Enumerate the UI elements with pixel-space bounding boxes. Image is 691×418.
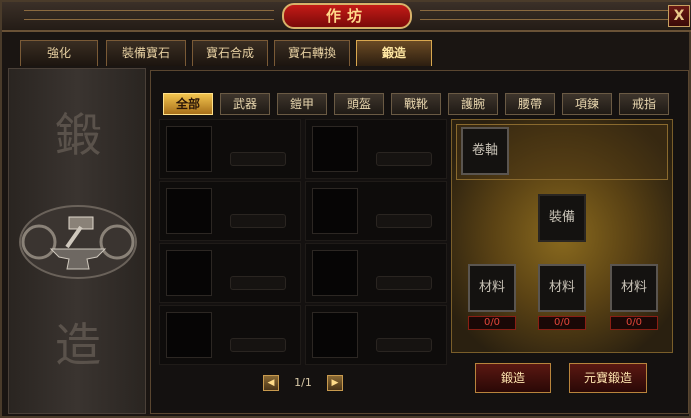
scroll-row: 卷軸 (456, 124, 668, 180)
tab-enhance[interactable]: 強化 (20, 40, 98, 66)
material-slot-1[interactable]: 材料 (468, 264, 516, 312)
slot-icon (166, 188, 212, 234)
slot-icon (312, 126, 358, 172)
slot-name-bar (376, 214, 432, 228)
slot-name-bar (230, 152, 286, 166)
slot-icon (166, 250, 212, 296)
slot-icon (166, 126, 212, 172)
pagination: ◀ 1/1 ▶ (263, 375, 343, 393)
recipe-slot[interactable] (159, 119, 301, 179)
category-tab-boots[interactable]: 戰靴 (391, 93, 441, 115)
slot-icon (312, 188, 358, 234)
recipe-slot[interactable] (159, 181, 301, 241)
material-slot-2[interactable]: 材料 (538, 264, 586, 312)
title-bar: 作坊 X (2, 2, 691, 32)
tab-equip-gem[interactable]: 裝備寶石 (106, 40, 186, 66)
side-char-top: 鍛 (55, 108, 101, 162)
triangle-left-icon[interactable]: ◀ (263, 375, 279, 391)
forge-content: 全部 武器 鎧甲 頭盔 戰靴 護腕 腰帶 項鍊 戒指 ◀ 1/1 ▶ 卷軸 裝備… (150, 70, 689, 414)
slot-name-bar (230, 214, 286, 228)
ingot-forge-button[interactable]: 元寶鍛造 (569, 363, 647, 393)
slot-name-bar (230, 338, 286, 352)
slot-icon (166, 312, 212, 358)
title-ornament-left (24, 10, 274, 20)
close-button[interactable]: X (668, 5, 690, 27)
slot-icon (312, 250, 358, 296)
slot-name-bar (230, 276, 286, 290)
slot-name-bar (376, 152, 432, 166)
forge-button[interactable]: 鍛造 (475, 363, 551, 393)
category-tab-bracer[interactable]: 護腕 (448, 93, 498, 115)
forge-panel: 卷軸 裝備 材料 0/0 材料 0/0 材料 0/0 (451, 119, 673, 353)
category-tab-belt[interactable]: 腰帶 (505, 93, 555, 115)
tab-gem-convert[interactable]: 寶石轉換 (274, 40, 350, 66)
recipe-grid (159, 119, 447, 369)
triangle-right-icon[interactable]: ▶ (327, 375, 343, 391)
anvil-hammer-icon (19, 205, 137, 279)
category-tab-necklace[interactable]: 項鍊 (562, 93, 612, 115)
category-tab-armor[interactable]: 鎧甲 (277, 93, 327, 115)
tab-forge[interactable]: 鍛造 (356, 40, 432, 66)
material-count-2: 0/0 (538, 316, 586, 330)
recipe-slot[interactable] (159, 243, 301, 303)
slot-icon (312, 312, 358, 358)
category-tab-all[interactable]: 全部 (163, 93, 213, 115)
recipe-slot[interactable] (305, 119, 447, 179)
slot-name-bar (376, 276, 432, 290)
recipe-slot[interactable] (305, 305, 447, 365)
material-count-1: 0/0 (468, 316, 516, 330)
equipment-slot[interactable]: 裝備 (538, 194, 586, 242)
scroll-slot[interactable]: 卷軸 (461, 127, 509, 175)
recipe-slot[interactable] (159, 305, 301, 365)
material-count-3: 0/0 (610, 316, 658, 330)
tab-gem-synthesis[interactable]: 寶石合成 (192, 40, 268, 66)
recipe-slot[interactable] (305, 181, 447, 241)
window-title: 作坊 (282, 3, 412, 29)
workshop-window: 作坊 X 強化 裝備寶石 寶石合成 寶石轉換 鍛造 鍛 造 全部 武器 鎧甲 頭… (0, 0, 691, 418)
page-indicator: 1/1 (294, 376, 312, 389)
recipe-slot[interactable] (305, 243, 447, 303)
category-tab-ring[interactable]: 戒指 (619, 93, 669, 115)
slot-name-bar (376, 338, 432, 352)
category-tab-helmet[interactable]: 頭盔 (334, 93, 384, 115)
title-ornament-right (420, 10, 670, 20)
category-tab-weapon[interactable]: 武器 (220, 93, 270, 115)
material-slot-3[interactable]: 材料 (610, 264, 658, 312)
forge-side-panel: 鍛 造 (8, 68, 146, 414)
side-char-bottom: 造 (55, 318, 101, 372)
